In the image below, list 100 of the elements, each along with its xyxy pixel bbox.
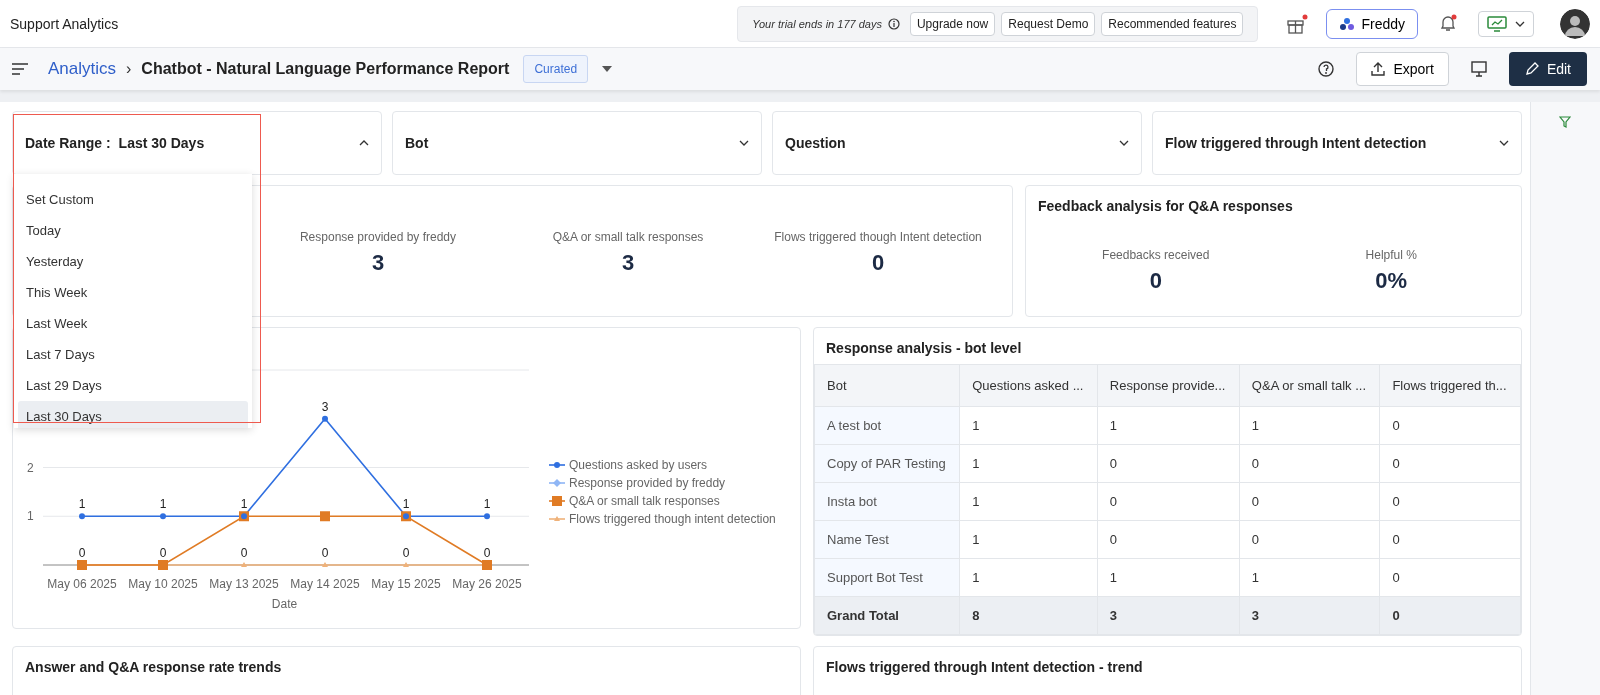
table-cell: 1	[1239, 406, 1380, 445]
menu-item[interactable]: Set Custom	[18, 184, 248, 215]
monitor-icon[interactable]	[1470, 61, 1487, 77]
total-cell: 3	[1239, 596, 1380, 635]
legend-marker	[548, 462, 566, 468]
filter-label: Flow triggered through Intent detection	[1165, 135, 1428, 151]
card-title: Response analysis - bot level	[825, 340, 1023, 358]
table-cell: 1	[1097, 406, 1240, 445]
table-cell: 1	[959, 520, 1098, 559]
freddy-button[interactable]: Freddy	[1326, 8, 1418, 39]
x-tick-label: May 26 2025	[452, 577, 522, 591]
x-tick-label: May 06 2025	[47, 577, 117, 591]
menu-item[interactable]: Today	[18, 215, 248, 246]
bell-icon[interactable]	[1438, 13, 1458, 34]
stat-label: Q&A or small talk responses	[552, 230, 704, 244]
table-cell: 0	[1097, 482, 1240, 521]
filter-icon[interactable]	[1559, 116, 1571, 128]
legend-label: Flows triggered though intent detection	[569, 512, 776, 526]
menu-item[interactable]: This Week	[18, 277, 248, 308]
export-button[interactable]: Export	[1356, 52, 1449, 86]
stat-value: 3	[371, 250, 385, 276]
data-point	[158, 560, 168, 570]
table-cell: 1	[1239, 558, 1380, 597]
table-cell: 0	[1379, 406, 1521, 445]
table-cell: 0	[1239, 444, 1380, 483]
x-tick-label: May 13 2025	[209, 577, 279, 591]
table-cell: 0	[1379, 520, 1521, 559]
legend-marker	[548, 479, 566, 487]
chevron-icon	[1515, 20, 1525, 27]
table-cell: 0	[1239, 520, 1380, 559]
table-cell: 1	[1097, 558, 1240, 597]
report-title: Chatbot - Natural Language Performance Report	[141, 60, 510, 78]
data-label: 1	[78, 497, 86, 512]
menu-item[interactable]: Last 29 Days	[18, 370, 248, 401]
filter-dropdown[interactable]: Flow triggered through Intent detection	[1152, 111, 1522, 175]
total-cell: 8	[959, 596, 1098, 635]
column-header[interactable]: Bot	[814, 364, 960, 407]
card-title: Feedback analysis for Q&A responses	[1038, 198, 1294, 214]
table-cell: 0	[1379, 444, 1521, 483]
top-button[interactable]: Request Demo	[1001, 11, 1096, 36]
total-cell: 0	[1379, 596, 1521, 635]
column-header[interactable]: Questions asked ...	[959, 364, 1098, 407]
stat-value: 3	[621, 250, 635, 276]
total-cell: Grand Total	[814, 596, 960, 635]
table-cell: 1	[959, 406, 1098, 445]
table-cell: Copy of PAR Testing	[814, 444, 960, 483]
upload-icon	[1371, 62, 1386, 76]
data-point	[320, 511, 330, 522]
help-icon[interactable]	[1318, 61, 1335, 77]
data-point	[403, 562, 409, 567]
table-cell: 0	[1097, 520, 1240, 559]
column-header[interactable]: Flows triggered th...	[1379, 364, 1521, 407]
column-header[interactable]: Q&A or small talk ...	[1239, 364, 1380, 407]
x-tick-label: May 10 2025	[128, 577, 198, 591]
stat-value: 0	[871, 250, 885, 276]
stat-value: 0	[1149, 268, 1162, 294]
menu-item[interactable]: Last Week	[18, 308, 248, 339]
filter-dropdown[interactable]: Bot	[392, 111, 762, 175]
total-cell: 3	[1097, 596, 1240, 635]
data-point	[79, 513, 85, 520]
filter-label: Question	[785, 135, 847, 151]
data-label: 0	[159, 546, 167, 560]
data-point	[160, 513, 166, 520]
table-cell: 0	[1379, 482, 1521, 521]
top-button[interactable]: Upgrade now	[909, 11, 996, 36]
curated-tag: Curated	[523, 55, 589, 83]
edit-button[interactable]: Edit	[1508, 52, 1587, 86]
stat-value: 0%	[1375, 268, 1408, 294]
card-title: Flows triggered through Intent detection - trend	[826, 659, 1144, 675]
chevron-icon	[739, 140, 749, 146]
avatar[interactable]	[1560, 8, 1590, 39]
menu-item[interactable]: Yesterday	[18, 246, 248, 277]
filter-value: Last 30 Days	[118, 135, 206, 151]
trial-notice: Your trial ends in 177 days	[752, 17, 882, 30]
data-point	[322, 562, 328, 567]
data-point	[484, 513, 490, 520]
x-tick-label: May 14 2025	[290, 577, 360, 591]
top-button[interactable]: Recommended features	[1101, 11, 1244, 36]
table-cell: 1	[959, 482, 1098, 521]
data-label: 1	[402, 497, 410, 512]
table-cell: 1	[959, 444, 1098, 483]
workspace-switcher[interactable]	[1478, 10, 1534, 37]
y-tick-label: 1	[27, 509, 34, 524]
legend-marker	[548, 496, 566, 506]
caret-icon[interactable]	[602, 66, 613, 72]
data-point	[482, 560, 492, 570]
chevron-icon	[359, 140, 369, 146]
column-header[interactable]: Response provide...	[1097, 364, 1240, 407]
breadcrumb-link[interactable]: Analytics	[48, 59, 117, 79]
data-label: 0	[483, 546, 491, 560]
gift-icon[interactable]	[1286, 13, 1309, 34]
filter-label: Bot	[405, 135, 430, 151]
table-cell: 0	[1239, 482, 1380, 521]
menu-item[interactable]: Last 7 Days	[18, 339, 248, 370]
filter-dropdown[interactable]: Question	[772, 111, 1142, 175]
axis-title: Date	[271, 597, 298, 611]
menu-item[interactable]: Last 30 Days	[18, 401, 248, 428]
data-label: 0	[402, 546, 410, 560]
data-point	[322, 415, 328, 422]
menu-icon[interactable]	[12, 63, 28, 75]
